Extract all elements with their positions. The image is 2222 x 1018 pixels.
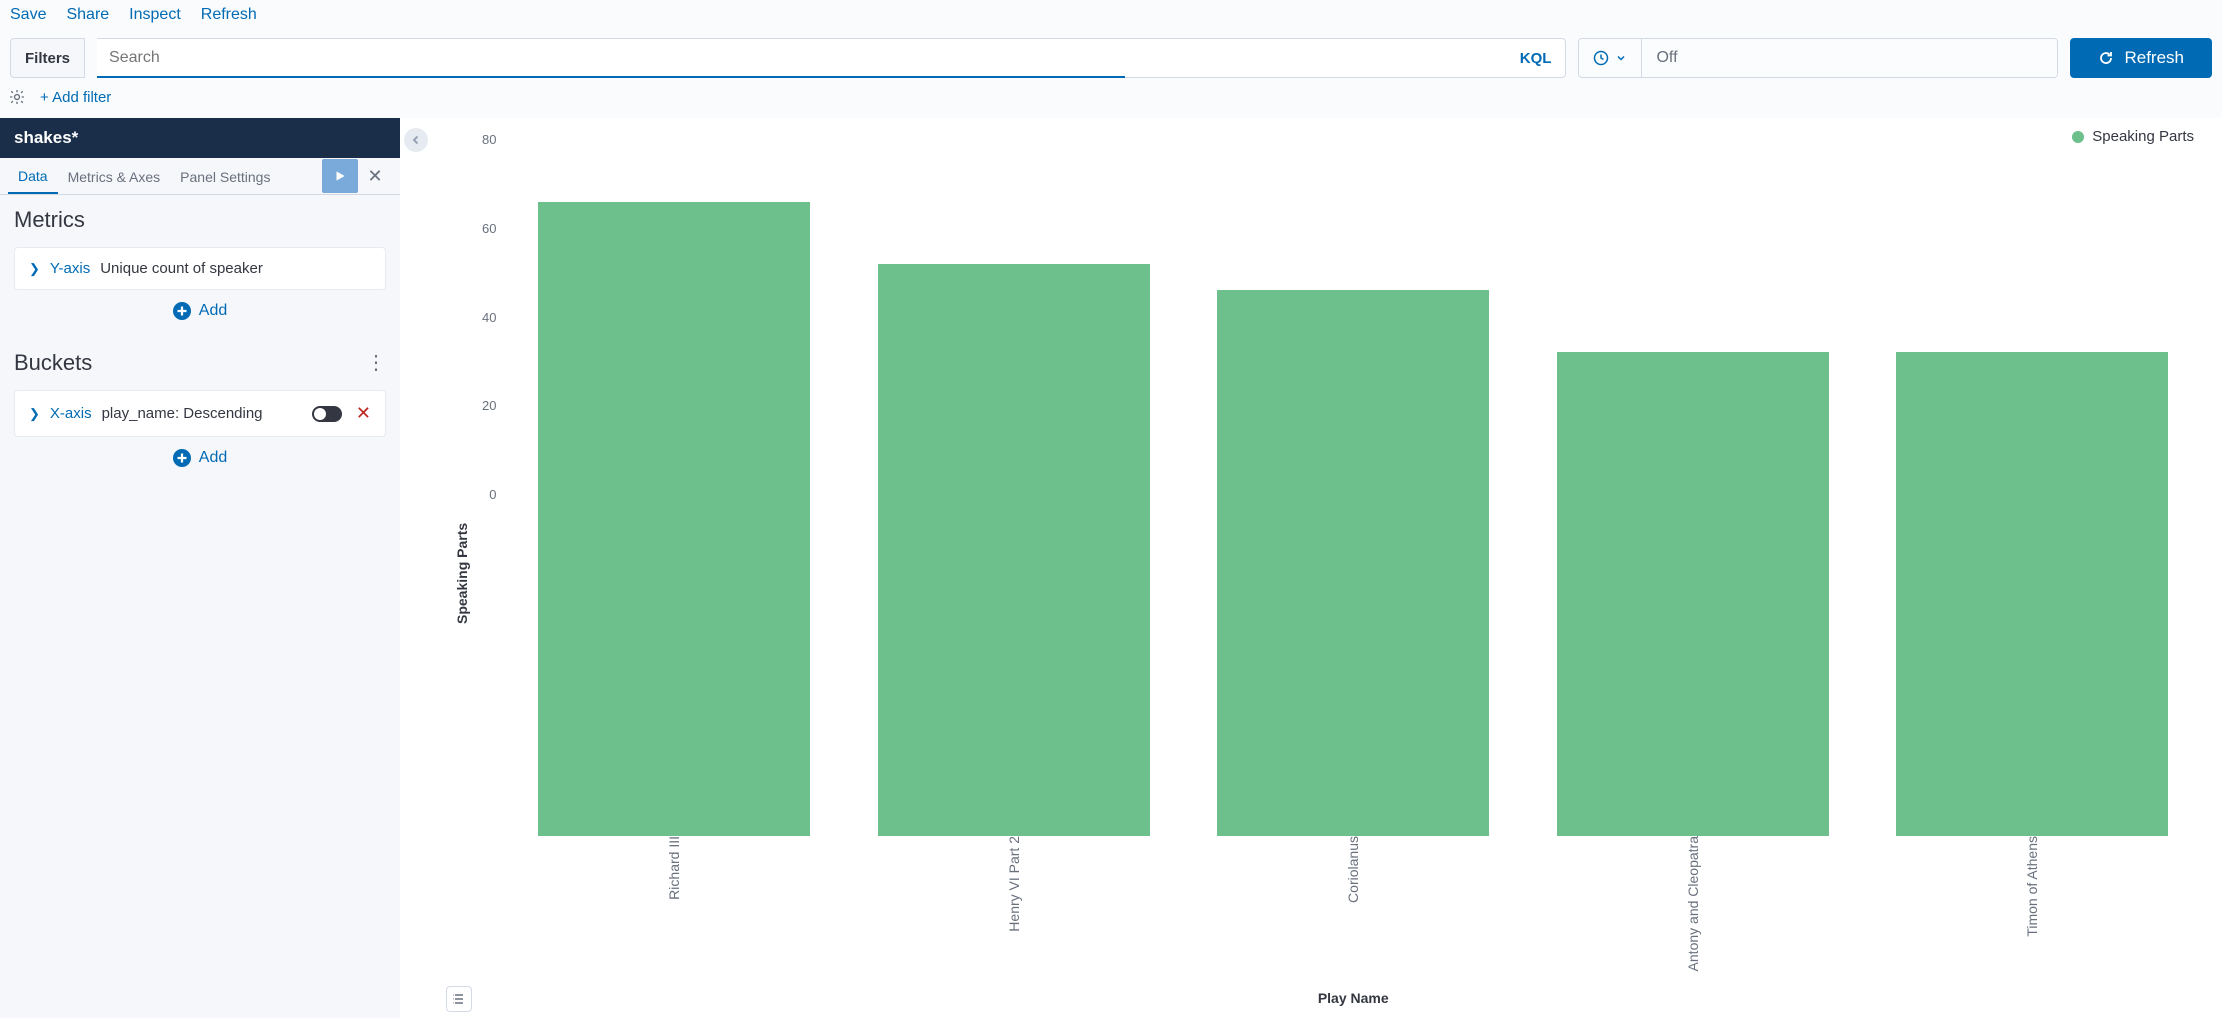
x-tick-label: Henry VI Part 2 <box>1006 836 1022 942</box>
metric-agg-item[interactable]: ❯ Y-axis Unique count of speaker <box>14 247 386 290</box>
plus-circle-icon <box>173 302 191 320</box>
bar-slot <box>504 132 844 836</box>
filter-bar: + Add filter <box>0 86 2222 118</box>
sidebar-tabs: Data Metrics & Axes Panel Settings ✕ <box>0 158 400 195</box>
refresh-link[interactable]: Refresh <box>201 6 257 24</box>
buckets-section: Buckets ⋮ ❯ X-axis play_name: Descending… <box>0 338 400 485</box>
bucket-controls: ✕ <box>312 403 371 424</box>
add-metric-label: Add <box>199 302 227 320</box>
inspect-link[interactable]: Inspect <box>129 6 181 24</box>
bar[interactable] <box>1557 352 1829 836</box>
y-axis-ticks: 80 60 40 20 0 <box>474 132 504 502</box>
buckets-menu-icon[interactable]: ⋮ <box>366 353 386 373</box>
bar[interactable] <box>1896 352 2168 836</box>
y-tick: 0 <box>489 487 496 502</box>
x-tick: Antony and Cleopatra <box>1523 836 1863 986</box>
bar-slot <box>1523 132 1863 836</box>
add-filter-link[interactable]: + Add filter <box>40 89 111 106</box>
y-axis-label: Speaking Parts <box>450 132 474 1014</box>
plus-circle-icon <box>173 449 191 467</box>
chevron-left-icon <box>411 135 421 145</box>
tab-metrics-axes[interactable]: Metrics & Axes <box>58 159 171 193</box>
metrics-section: Metrics ❯ Y-axis Unique count of speaker… <box>0 195 400 338</box>
x-tick-label: Timon of Athens <box>2024 836 2040 947</box>
collapse-sidebar-button[interactable] <box>404 128 428 152</box>
main: shakes* Data Metrics & Axes Panel Settin… <box>0 118 2222 1018</box>
bar-slot <box>1183 132 1523 836</box>
query-bar: Filters KQL Off Refresh <box>0 30 2222 86</box>
x-tick: Henry VI Part 2 <box>844 836 1184 986</box>
bucket-desc: play_name: Descending <box>102 405 263 422</box>
refresh-button[interactable]: Refresh <box>2070 38 2212 78</box>
chevron-down-icon <box>1615 52 1627 64</box>
gear-icon[interactable] <box>8 88 26 106</box>
share-link[interactable]: Share <box>66 6 109 24</box>
legend-toggle-button[interactable] <box>446 986 472 1012</box>
search-wrap: KQL <box>97 38 1566 78</box>
close-editor-button[interactable]: ✕ <box>358 166 392 187</box>
bucket-agg-item[interactable]: ❯ X-axis play_name: Descending ✕ <box>14 390 386 437</box>
chevron-right-icon: ❯ <box>29 261 40 277</box>
tab-data[interactable]: Data <box>8 158 58 194</box>
x-tick-label: Coriolanus <box>1345 836 1361 913</box>
x-tick: Coriolanus <box>1183 836 1523 986</box>
refresh-button-label: Refresh <box>2124 48 2184 68</box>
kql-toggle[interactable]: KQL <box>1506 50 1566 67</box>
x-tick-label: Antony and Cleopatra <box>1685 836 1701 981</box>
bar[interactable] <box>1217 290 1489 836</box>
time-picker-toggle[interactable] <box>1579 39 1642 77</box>
play-icon <box>333 169 347 183</box>
chart-panel: Speaking Parts Speaking Parts 80 60 40 2… <box>400 118 2222 1018</box>
add-bucket-label: Add <box>199 449 227 467</box>
refresh-icon <box>2098 50 2114 66</box>
search-input[interactable] <box>97 39 1506 77</box>
time-picker-label: Off <box>1642 39 2057 77</box>
sidebar: shakes* Data Metrics & Axes Panel Settin… <box>0 118 400 1018</box>
filters-button[interactable]: Filters <box>10 38 85 78</box>
x-axis-label: Play Name <box>504 986 2202 1014</box>
save-link[interactable]: Save <box>10 6 46 24</box>
bars-region: Richard III Henry VI Part 2 Coriolanus Anto… <box>504 132 2202 1014</box>
clock-icon <box>1593 50 1609 66</box>
metric-desc: Unique count of speaker <box>100 260 263 277</box>
plot-area: Speaking Parts 80 60 40 20 0 Richard III… <box>414 132 2202 1014</box>
y-tick: 40 <box>482 310 496 325</box>
y-tick: 80 <box>482 132 496 147</box>
metrics-title: Metrics <box>14 207 386 233</box>
list-icon <box>452 992 466 1006</box>
metric-axis-label: Y-axis <box>50 260 90 277</box>
bar-slot <box>844 132 1184 836</box>
buckets-title: Buckets ⋮ <box>14 350 386 376</box>
y-tick: 20 <box>482 398 496 413</box>
chevron-right-icon: ❯ <box>29 406 40 422</box>
x-tick: Timon of Athens <box>1862 836 2202 986</box>
bar[interactable] <box>538 202 810 836</box>
bucket-axis-label: X-axis <box>50 405 92 422</box>
x-axis-ticks: Richard III Henry VI Part 2 Coriolanus Anto… <box>504 836 2202 986</box>
index-pattern-header[interactable]: shakes* <box>0 118 400 158</box>
time-picker[interactable]: Off <box>1578 38 2058 78</box>
apply-changes-button[interactable] <box>322 159 358 193</box>
bucket-enable-toggle[interactable] <box>312 406 342 422</box>
tab-panel-settings[interactable]: Panel Settings <box>170 159 280 193</box>
buckets-title-text: Buckets <box>14 350 92 376</box>
bar[interactable] <box>878 264 1150 836</box>
top-menu: Save Share Inspect Refresh <box>0 0 2222 30</box>
bar-slot <box>1862 132 2202 836</box>
bars-container <box>504 132 2202 836</box>
add-bucket-button[interactable]: Add <box>14 449 386 467</box>
search-focus-underline <box>97 76 1125 78</box>
y-tick: 60 <box>482 221 496 236</box>
x-tick-label: Richard III <box>666 836 682 910</box>
bucket-remove-button[interactable]: ✕ <box>356 403 371 424</box>
x-tick: Richard III <box>504 836 844 986</box>
add-metric-button[interactable]: Add <box>14 302 386 320</box>
